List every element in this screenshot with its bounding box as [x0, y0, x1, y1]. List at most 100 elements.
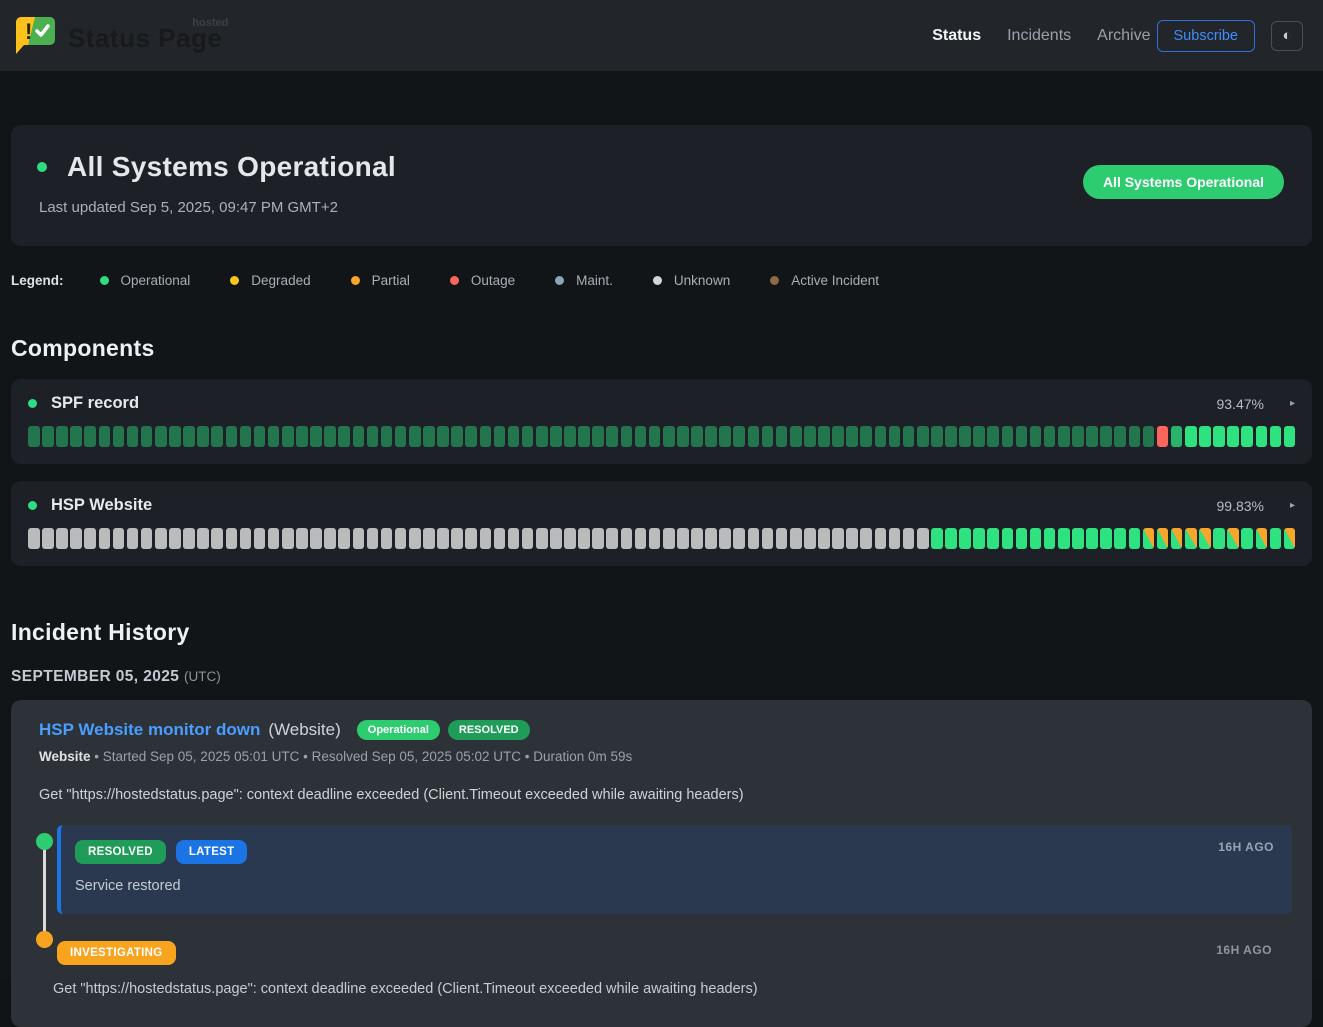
uptime-bar — [494, 426, 506, 447]
uptime-bar — [677, 528, 689, 549]
legend-dot-icon — [653, 276, 662, 285]
status-title: All Systems Operational — [67, 151, 396, 183]
uptime-bar — [338, 528, 350, 549]
uptime-bar — [733, 426, 745, 447]
uptime-bar — [1270, 528, 1282, 549]
uptime-bar — [395, 528, 407, 549]
uptime-bar — [903, 426, 915, 447]
components-heading: Components — [11, 335, 1312, 362]
main-nav: Status Incidents Archive — [932, 27, 1150, 45]
incident-timeline: RESOLVEDLATEST16H AGOService restoredINV… — [29, 825, 1292, 997]
uptime-bar — [480, 528, 492, 549]
uptime-bar — [1171, 528, 1183, 549]
update-message: Get "https://hostedstatus.page": context… — [53, 979, 1292, 997]
theme-toggle-button[interactable]: ◐ — [1271, 21, 1303, 51]
uptime-bar — [310, 426, 322, 447]
uptime-bar — [1157, 426, 1169, 447]
subscribe-button[interactable]: Subscribe — [1157, 20, 1255, 52]
brand-logo-icon: ! — [14, 13, 58, 59]
uptime-bar — [381, 528, 393, 549]
timeline-dot-icon — [36, 931, 53, 948]
incident-badge-resolved: RESOLVED — [448, 720, 530, 740]
incident-history-heading: Incident History — [11, 619, 1312, 646]
uptime-bar — [790, 426, 802, 447]
legend-item-label: Maint. — [576, 273, 613, 288]
status-banner: All Systems Operational Last updated Sep… — [11, 125, 1312, 246]
uptime-bar — [240, 528, 252, 549]
uptime-bar — [1284, 426, 1296, 447]
uptime-bar — [649, 528, 661, 549]
uptime-bar — [1086, 426, 1098, 447]
uptime-bar — [762, 426, 774, 447]
uptime-bar — [719, 528, 731, 549]
uptime-bar — [733, 528, 745, 549]
uptime-bar — [127, 426, 139, 447]
uptime-bar — [1044, 528, 1056, 549]
uptime-bar — [649, 426, 661, 447]
legend-item-label: Operational — [121, 273, 191, 288]
uptime-bar — [1002, 528, 1014, 549]
uptime-bar — [1143, 426, 1155, 447]
nav-link-incidents[interactable]: Incidents — [1007, 27, 1071, 45]
header: ! hosted Status Page Status Incidents Arch… — [0, 0, 1323, 71]
nav-link-archive[interactable]: Archive — [1097, 27, 1150, 45]
legend-dot-icon — [555, 276, 564, 285]
uptime-bar — [606, 528, 618, 549]
uptime-bar — [254, 426, 266, 447]
incident-title-link[interactable]: HSP Website monitor down — [39, 720, 260, 740]
uptime-bar — [423, 528, 435, 549]
legend-label: Legend: — [11, 273, 64, 288]
uptime-bar — [621, 426, 633, 447]
uptime-bar — [155, 528, 167, 549]
uptime-bar — [959, 528, 971, 549]
uptime-bar — [310, 528, 322, 549]
uptime-bar — [409, 528, 421, 549]
uptime-bar — [748, 528, 760, 549]
legend-item: Unknown — [653, 273, 730, 288]
uptime-bar — [465, 528, 477, 549]
svg-text:!: ! — [25, 19, 32, 44]
uptime-bar — [846, 426, 858, 447]
uptime-bar — [1143, 528, 1155, 549]
brand[interactable]: ! hosted Status Page — [14, 13, 228, 59]
uptime-bars — [28, 426, 1295, 447]
uptime-bar — [875, 528, 887, 549]
uptime-bar — [705, 528, 717, 549]
uptime-bar — [169, 528, 181, 549]
legend-item-label: Degraded — [251, 273, 310, 288]
legend-dot-icon — [450, 276, 459, 285]
uptime-bar — [56, 426, 68, 447]
uptime-bar — [578, 426, 590, 447]
uptime-bar — [691, 528, 703, 549]
incident-update: INVESTIGATING16H AGOGet "https://hosteds… — [57, 941, 1292, 997]
legend-dot-icon — [351, 276, 360, 285]
uptime-bar — [99, 426, 111, 447]
uptime-bar — [818, 528, 830, 549]
uptime-bar — [56, 528, 68, 549]
uptime-bar — [282, 528, 294, 549]
uptime-bar — [606, 426, 618, 447]
uptime-bar — [141, 528, 153, 549]
uptime-bar — [1129, 528, 1141, 549]
component-header-row[interactable]: HSP Website99.83%▸ — [28, 496, 1295, 515]
uptime-bar — [790, 528, 802, 549]
legend-dot-icon — [770, 276, 779, 285]
uptime-bar — [917, 528, 929, 549]
uptime-bar — [183, 426, 195, 447]
uptime-bar — [226, 426, 238, 447]
uptime-bar — [804, 426, 816, 447]
uptime-bar — [1100, 426, 1112, 447]
component-header-row[interactable]: SPF record93.47%▸ — [28, 394, 1295, 413]
component-name: HSP Website — [51, 496, 152, 515]
expand-arrow-icon[interactable]: ▸ — [1290, 500, 1295, 511]
uptime-bar — [367, 528, 379, 549]
uptime-bar — [324, 426, 336, 447]
uptime-bar — [931, 528, 943, 549]
expand-arrow-icon[interactable]: ▸ — [1290, 398, 1295, 409]
uptime-bar — [550, 528, 562, 549]
nav-link-status[interactable]: Status — [932, 27, 981, 45]
uptime-bar — [42, 528, 54, 549]
legend-item: Partial — [351, 273, 410, 288]
uptime-bar — [42, 426, 54, 447]
uptime-bar — [776, 528, 788, 549]
